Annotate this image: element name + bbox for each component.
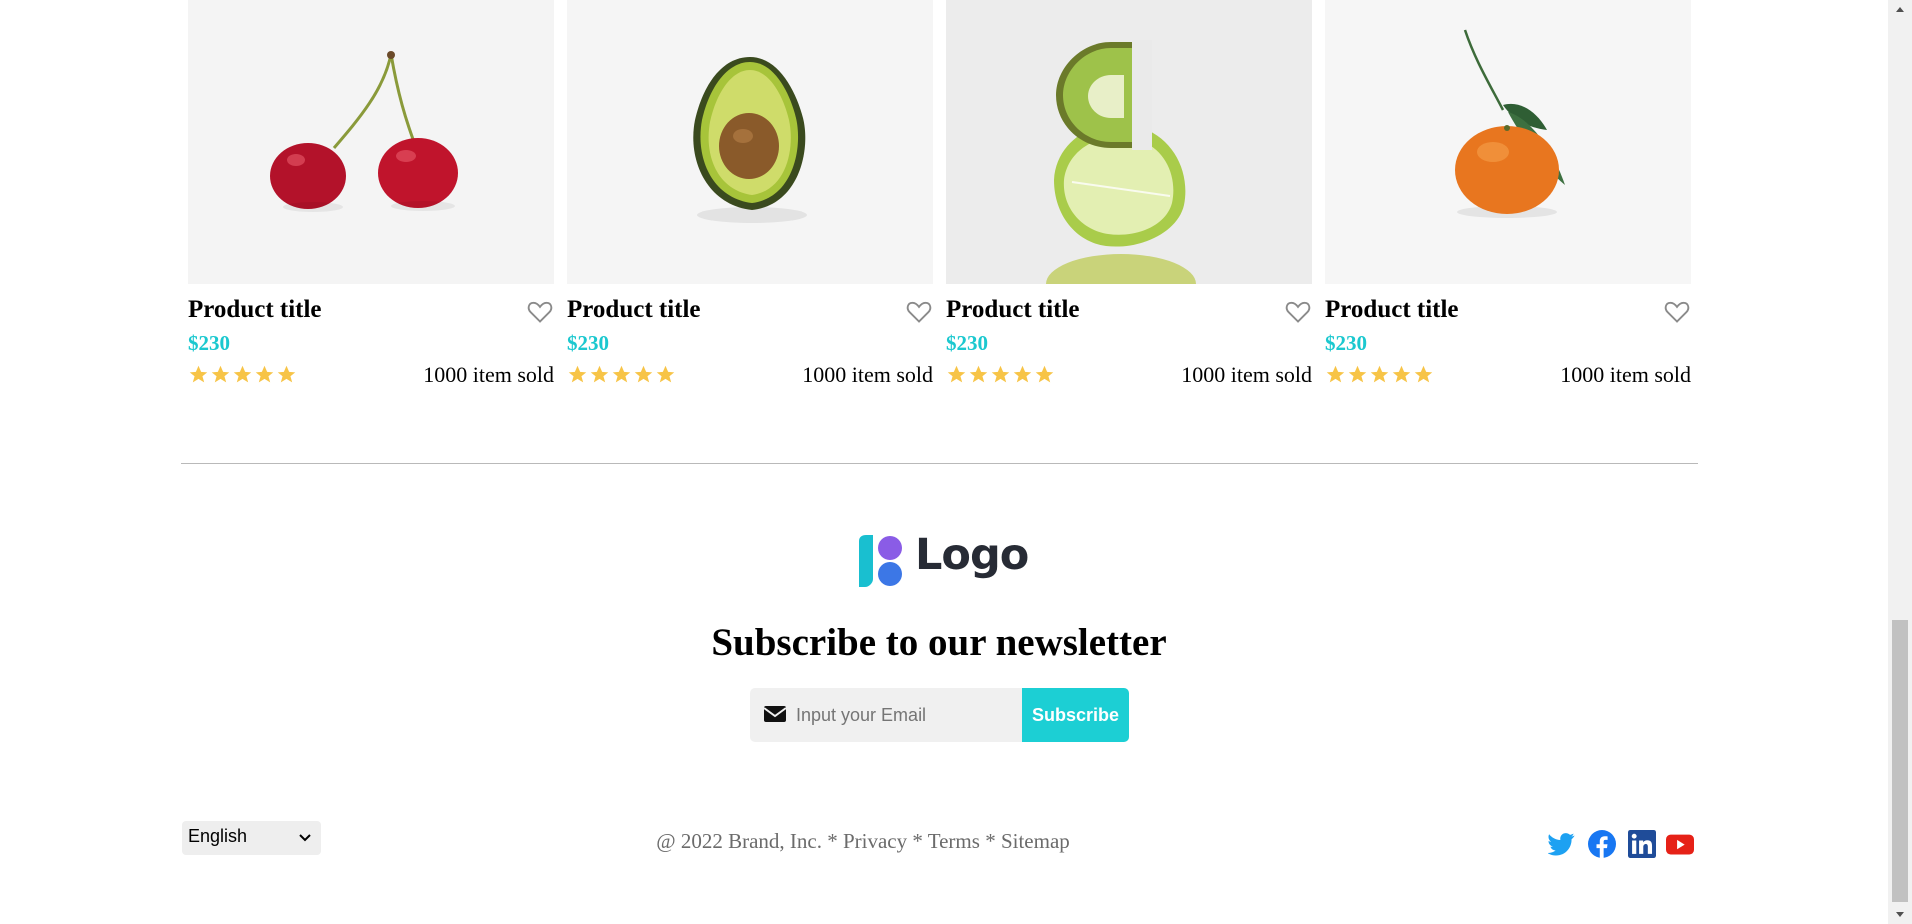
star-icon bbox=[1392, 365, 1411, 383]
facebook-icon[interactable] bbox=[1588, 830, 1616, 858]
email-input[interactable] bbox=[796, 688, 1018, 742]
product-price: $230 bbox=[188, 331, 230, 355]
heart-icon[interactable] bbox=[1663, 297, 1691, 325]
star-rating bbox=[567, 364, 676, 390]
email-field-wrapper bbox=[750, 688, 1022, 742]
star-icon bbox=[233, 365, 252, 383]
star-icon bbox=[590, 365, 609, 383]
youtube-icon[interactable] bbox=[1666, 830, 1694, 858]
language-label: English bbox=[188, 826, 248, 846]
items-sold: 1000 item sold bbox=[1181, 362, 1312, 387]
product-title[interactable]: Product title bbox=[946, 296, 1080, 324]
star-icon bbox=[211, 365, 230, 383]
link-separator: * bbox=[979, 829, 1001, 853]
kiwi-lime-photo bbox=[946, 0, 1312, 284]
product-card[interactable]: Product title $230 1000 item sold bbox=[1325, 0, 1691, 400]
star-icon bbox=[277, 365, 296, 383]
scroll-down-arrow-icon[interactable] bbox=[1888, 904, 1912, 924]
heart-icon[interactable] bbox=[905, 297, 933, 325]
star-icon bbox=[1326, 365, 1345, 383]
items-sold: 1000 item sold bbox=[802, 362, 933, 387]
link-separator: * bbox=[821, 829, 843, 853]
star-icon bbox=[255, 365, 274, 383]
product-image-tangerine[interactable] bbox=[1325, 0, 1691, 284]
linkedin-icon[interactable] bbox=[1628, 830, 1656, 858]
scroll-up-arrow-icon[interactable] bbox=[1888, 0, 1912, 20]
chevron-down-icon bbox=[299, 834, 311, 842]
logo-mark-icon bbox=[859, 535, 902, 587]
star-rating bbox=[188, 364, 297, 390]
logo-text: Logo bbox=[915, 530, 1029, 580]
product-title[interactable]: Product title bbox=[567, 296, 701, 324]
star-icon bbox=[189, 365, 208, 383]
star-icon bbox=[969, 365, 988, 383]
star-icon bbox=[612, 365, 631, 383]
twitter-icon[interactable] bbox=[1548, 830, 1576, 858]
avocado-photo bbox=[567, 0, 933, 284]
sitemap-link[interactable]: Sitemap bbox=[1001, 829, 1070, 853]
heart-icon[interactable] bbox=[526, 297, 554, 325]
newsletter-title: Subscribe to our newsletter bbox=[711, 621, 1167, 664]
tangerine-photo bbox=[1325, 0, 1691, 284]
subscribe-button[interactable]: Subscribe bbox=[1022, 688, 1129, 742]
page: Product title $230 1000 item sold Produc… bbox=[0, 0, 1888, 924]
language-select[interactable]: English bbox=[182, 821, 321, 855]
copyright-bar: @ 2022 Brand, Inc. * Privacy * Terms * S… bbox=[560, 829, 1166, 854]
copyright-text: @ 2022 Brand, Inc. bbox=[656, 829, 822, 853]
newsletter-form: Subscribe bbox=[750, 688, 1129, 742]
items-sold: 1000 item sold bbox=[1560, 362, 1691, 387]
link-separator: * bbox=[907, 829, 928, 853]
star-icon bbox=[1348, 365, 1367, 383]
star-rating bbox=[1325, 364, 1434, 390]
star-icon bbox=[656, 365, 675, 383]
product-title[interactable]: Product title bbox=[188, 296, 322, 324]
product-image-kiwi-lime[interactable] bbox=[946, 0, 1312, 284]
product-title[interactable]: Product title bbox=[1325, 296, 1459, 324]
product-grid: Product title $230 1000 item sold Produc… bbox=[188, 0, 1692, 400]
privacy-link[interactable]: Privacy bbox=[843, 829, 907, 853]
section-divider bbox=[181, 463, 1698, 464]
star-icon bbox=[1035, 365, 1054, 383]
star-icon bbox=[991, 365, 1010, 383]
star-icon bbox=[1370, 365, 1389, 383]
envelope-icon bbox=[763, 706, 787, 722]
product-card[interactable]: Product title $230 1000 item sold bbox=[946, 0, 1312, 400]
product-image-cherry[interactable] bbox=[188, 0, 554, 284]
star-icon bbox=[1013, 365, 1032, 383]
star-icon bbox=[634, 365, 653, 383]
brand-logo[interactable]: Logo bbox=[853, 530, 1029, 591]
terms-link[interactable]: Terms bbox=[928, 829, 980, 853]
star-rating bbox=[946, 364, 1055, 390]
star-icon bbox=[568, 365, 587, 383]
product-price: $230 bbox=[567, 331, 609, 355]
product-image-avocado[interactable] bbox=[567, 0, 933, 284]
page-scrollbar[interactable] bbox=[1888, 0, 1912, 924]
scrollbar-thumb[interactable] bbox=[1892, 620, 1908, 902]
cherry-photo bbox=[188, 0, 554, 284]
product-card[interactable]: Product title $230 1000 item sold bbox=[188, 0, 554, 400]
product-price: $230 bbox=[1325, 331, 1367, 355]
product-card[interactable]: Product title $230 1000 item sold bbox=[567, 0, 933, 400]
product-price: $230 bbox=[946, 331, 988, 355]
star-icon bbox=[1414, 365, 1433, 383]
heart-icon[interactable] bbox=[1284, 297, 1312, 325]
star-icon bbox=[947, 365, 966, 383]
items-sold: 1000 item sold bbox=[423, 362, 554, 387]
